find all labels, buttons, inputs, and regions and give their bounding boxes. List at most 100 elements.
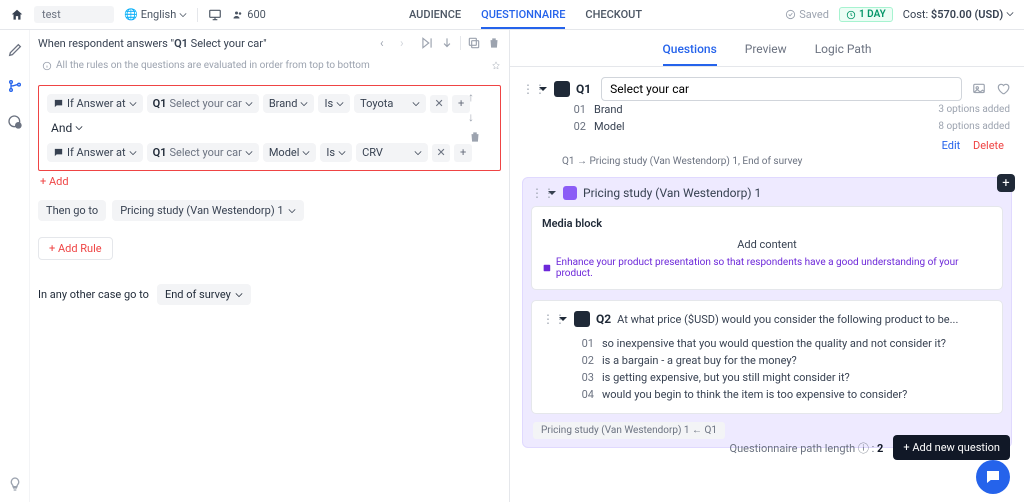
add-condition-link[interactable]: + Add (38, 171, 501, 188)
conjunction-select[interactable]: And (47, 121, 492, 135)
chevron-down-icon (245, 149, 253, 157)
incoming-path: Pricing study (Van Westendorp) 1 ← Q1 (533, 422, 725, 439)
check-circle-icon (785, 9, 796, 20)
field-select[interactable]: Model (263, 143, 317, 162)
edit-link[interactable]: Edit (942, 139, 961, 152)
tab-checkout[interactable]: CHECKOUT (585, 8, 642, 22)
caret-down-icon[interactable] (547, 188, 557, 198)
heart-icon[interactable] (996, 82, 1010, 96)
if-answer-select[interactable]: If Answer at (47, 143, 143, 162)
add-condition-button[interactable]: + (454, 144, 472, 162)
question-type-icon (574, 311, 590, 327)
chat-icon (53, 98, 64, 109)
chevron-down-icon (245, 100, 253, 108)
question-select[interactable]: Q1 Select your car (147, 143, 259, 162)
chevron-down-icon (300, 100, 308, 108)
arrow-down-icon[interactable] (440, 36, 454, 50)
pricing-study-card: + ⋮⋮ Pricing study (Van Westendorp) 1 Me… (522, 177, 1012, 448)
add-content-button[interactable]: Add content (542, 238, 992, 251)
other-case-label: In any other case go to (38, 288, 149, 301)
chat-bubble-icon (984, 468, 1002, 486)
operator-select[interactable]: Is (318, 94, 350, 113)
add-rule-button[interactable]: + Add Rule (38, 237, 113, 260)
question-type-icon (554, 81, 570, 97)
copy-icon[interactable] (467, 36, 481, 50)
tab-logic-path[interactable]: Logic Path (815, 42, 872, 66)
saved-status: Saved (785, 8, 829, 21)
question-code: Q1 (576, 82, 591, 96)
move-up-icon[interactable]: ↑ (468, 90, 482, 104)
globe-badge-icon[interactable] (7, 114, 23, 130)
language-label: English (141, 8, 177, 21)
if-answer-select[interactable]: If Answer at (47, 94, 143, 113)
chevron-left-icon[interactable]: ‹ (380, 36, 394, 50)
remove-condition-button[interactable]: ✕ (432, 144, 450, 162)
chevron-down-icon (336, 100, 344, 108)
drag-handle-icon[interactable]: ⋮⋮ (522, 82, 532, 96)
then-label: Then go to (38, 200, 106, 221)
chevron-down-icon (338, 149, 346, 157)
goto-select[interactable]: Pricing study (Van Westendorp) 1 (112, 200, 303, 221)
rule-group: If Answer at Q1 Select your car Brand Is… (38, 85, 501, 171)
q2-title: At what price ($USD) would you consider … (617, 313, 958, 326)
option-row: 03is getting expensive, but you still mi… (576, 369, 992, 386)
pricing-icon (563, 186, 577, 200)
trash-icon[interactable] (468, 130, 482, 144)
pin-icon[interactable] (491, 61, 501, 71)
lightbulb-icon[interactable] (7, 476, 23, 492)
question-select[interactable]: Q1 Select your car (147, 94, 259, 113)
cost-display[interactable]: Cost: $570.00 (USD) (903, 8, 1014, 21)
info-icon (542, 263, 552, 273)
sample-size[interactable]: 600 (232, 8, 266, 21)
move-down-icon[interactable]: ↓ (468, 110, 482, 124)
home-icon[interactable] (10, 8, 24, 22)
tab-questions[interactable]: Questions (663, 42, 717, 66)
option-row: 04would you begin to think the item is t… (576, 386, 992, 403)
delete-link[interactable]: Delete (973, 139, 1004, 152)
image-icon[interactable] (972, 82, 986, 96)
clock-icon (846, 10, 856, 20)
question-title-input[interactable] (601, 77, 962, 101)
pencil-icon[interactable] (7, 42, 23, 58)
project-name[interactable]: test (34, 6, 114, 23)
tab-audience[interactable]: AUDIENCE (409, 8, 461, 22)
info-icon (42, 61, 52, 71)
chevron-down-icon (302, 149, 310, 157)
other-goto-select[interactable]: End of survey (157, 284, 251, 305)
tab-questionnaire[interactable]: QUESTIONNAIRE (481, 8, 565, 29)
drag-handle-icon[interactable]: ⋮⋮ (531, 186, 541, 200)
option-row[interactable]: 02 Model 8 options added (562, 118, 1010, 135)
option-row[interactable]: 01 Brand 3 options added (562, 101, 1010, 118)
chat-fab[interactable] (976, 460, 1010, 494)
logic-info-text: All the rules on the questions are evalu… (56, 60, 370, 71)
chevron-down-icon (1006, 10, 1014, 18)
branch-icon[interactable] (7, 78, 23, 94)
skip-icon[interactable] (420, 36, 434, 50)
chevron-down-icon (412, 100, 420, 108)
chevron-down-icon (179, 11, 187, 19)
duration-badge: 1 DAY (839, 7, 893, 22)
drag-handle-icon[interactable]: ⋮⋮ (542, 312, 552, 326)
remove-condition-button[interactable]: ✕ (430, 95, 448, 113)
condition-row: If Answer at Q1 Select your car Model Is… (47, 143, 492, 162)
add-question-button[interactable]: + Add new question (893, 435, 1010, 460)
question-path: Q1 → Pricing study (Van Westendorp) 1, E… (562, 156, 1010, 167)
operator-select[interactable]: Is (320, 143, 352, 162)
caret-down-icon[interactable] (538, 84, 548, 94)
pricing-title: Pricing study (Van Westendorp) 1 (583, 186, 761, 200)
people-icon (232, 9, 244, 21)
media-block-label: Media block (542, 217, 992, 230)
q2-code: Q2 (596, 312, 611, 326)
screen-icon[interactable] (208, 8, 222, 22)
value-select[interactable]: CRV (356, 143, 428, 162)
logic-heading: When respondent answers "Q1 Select your … (38, 37, 267, 50)
caret-down-icon[interactable] (558, 314, 568, 324)
value-select[interactable]: Toyota (354, 94, 426, 113)
field-select[interactable]: Brand (263, 94, 315, 113)
chevron-right-icon[interactable]: › (400, 36, 414, 50)
add-block-button[interactable]: + (997, 174, 1015, 192)
tab-preview[interactable]: Preview (745, 42, 787, 66)
language-select[interactable]: 🌐 English (124, 8, 187, 21)
trash-icon[interactable] (487, 36, 501, 50)
chevron-down-icon (129, 100, 137, 108)
